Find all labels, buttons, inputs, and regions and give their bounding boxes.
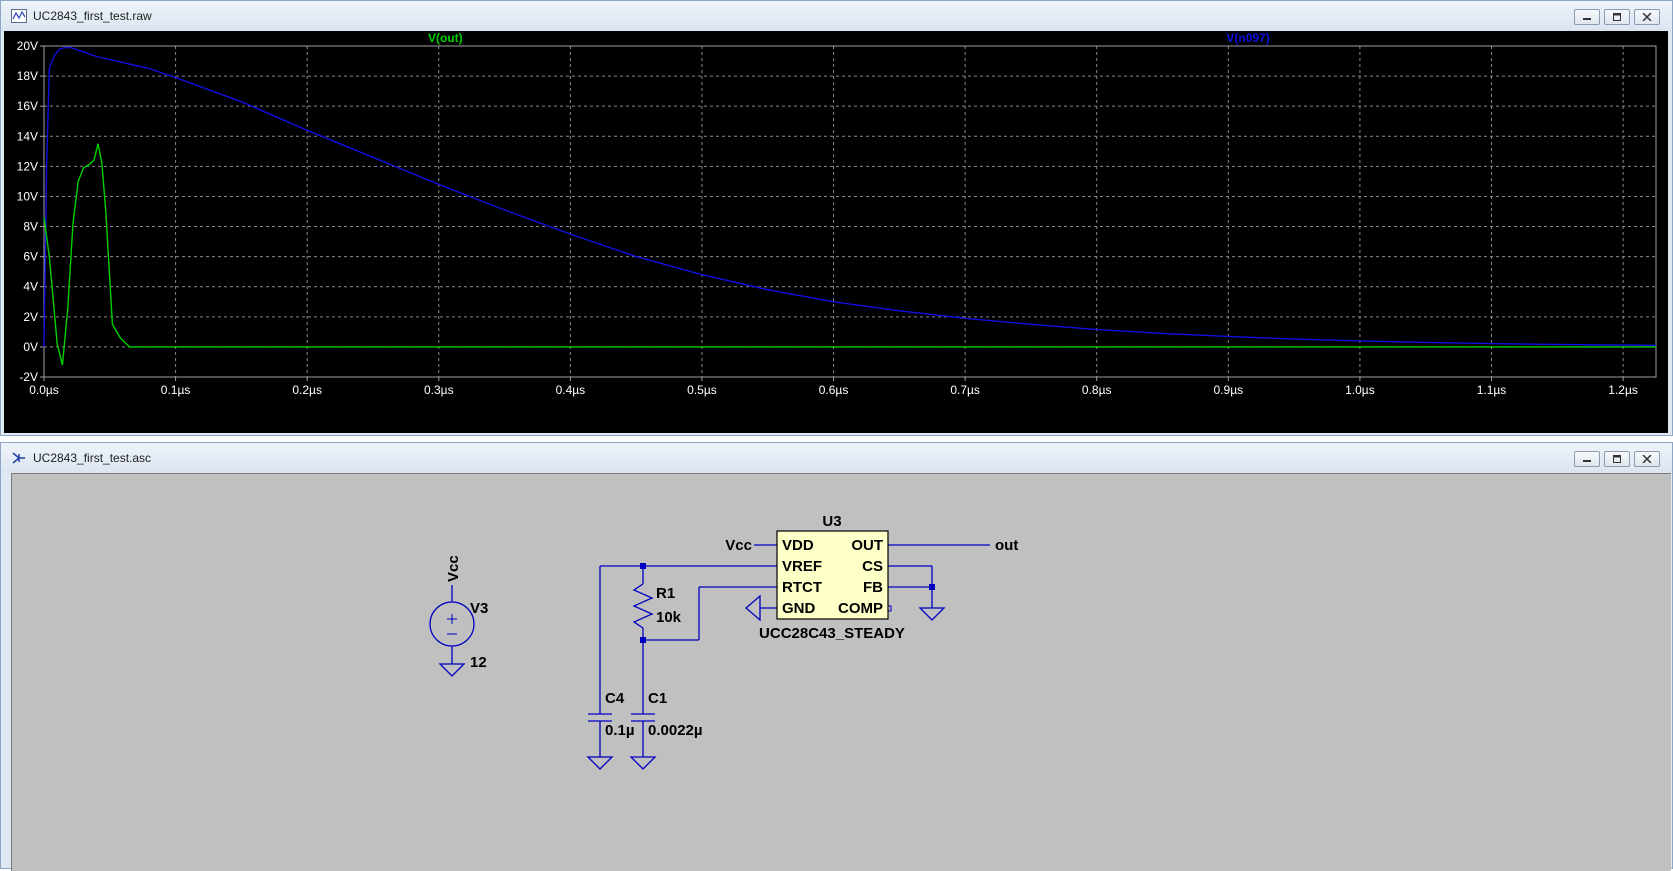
net-label-out[interactable]: out (995, 537, 1018, 554)
waveform-maximize-button[interactable] (1604, 9, 1630, 25)
x-tick-label: 0.6µs (819, 383, 849, 397)
x-tick-label: 0.1µs (161, 383, 191, 397)
y-tick-label: -2V (19, 370, 38, 384)
waveform-window[interactable]: UC2843_first_test.raw 0.0µs 0.1µs 0.2µs 0.3… (0, 0, 1673, 436)
x-tick-label: 1.0µs (1345, 383, 1375, 397)
v3-designator: V3 (470, 600, 488, 617)
y-tick-label: 0V (23, 340, 38, 354)
schematic-window[interactable]: UC2843_first_test.asc U3 VDD VREF RTCT G… (0, 442, 1673, 871)
x-tick-label: 0.8µs (1082, 383, 1112, 397)
trace-v-n097-[interactable] (43, 46, 1657, 347)
maximize-icon (1613, 13, 1621, 21)
u3-pin-out: OUT (851, 537, 883, 554)
y-tick-label: 8V (23, 220, 38, 234)
u3-pin-vref: VREF (782, 558, 822, 575)
y-tick-label: 4V (23, 280, 38, 294)
y-tick-label: 2V (23, 310, 38, 324)
trace-label-v-n097-[interactable]: V(n097) (1226, 31, 1269, 45)
resistor-r1[interactable] (632, 583, 654, 640)
ground-icon (438, 663, 466, 677)
c1-value: 0.0022µ (648, 722, 703, 739)
y-tick-label: 12V (17, 159, 38, 173)
x-tick-label: 0.4µs (556, 383, 586, 397)
ground-icon (918, 607, 946, 621)
r1-value: 10k (656, 609, 682, 626)
minimize-icon (1583, 18, 1591, 20)
y-tick-label: 16V (17, 99, 38, 113)
u3-designator: U3 (822, 513, 841, 530)
x-tick-label: 0.9µs (1214, 383, 1244, 397)
y-tick-label: 10V (17, 189, 38, 203)
x-tick-label: 0.0µs (29, 383, 59, 397)
u3-pin-cs: CS (862, 558, 883, 575)
x-tick-label: 1.1µs (1477, 383, 1507, 397)
u3-pin-comp: COMP (838, 600, 883, 617)
voltage-source-v3[interactable] (429, 585, 475, 677)
junction-dot (640, 563, 646, 569)
y-tick-label: 20V (17, 39, 38, 53)
x-tick-label: 0.7µs (950, 383, 980, 397)
waveform-plot-area[interactable]: 0.0µs 0.1µs 0.2µs 0.3µs 0.4µs 0.5µs 0.6µs 0.7µs… (4, 31, 1668, 433)
net-label-vcc[interactable]: Vcc (725, 537, 752, 554)
c4-value: 0.1µ (605, 722, 635, 739)
junction-dot (640, 637, 646, 643)
schematic-close-button[interactable] (1634, 451, 1660, 467)
trace-label-v-out-[interactable]: V(out) (428, 31, 463, 45)
maximize-icon (1613, 455, 1621, 463)
waveform-close-button[interactable] (1634, 9, 1660, 25)
c4-designator: C4 (605, 690, 625, 707)
junction-dot (929, 584, 935, 590)
close-icon (1642, 13, 1652, 21)
ground-icon (586, 756, 614, 770)
x-tick-label: 0.3µs (424, 383, 454, 397)
schematic-minimize-button[interactable] (1574, 451, 1600, 467)
trace-v-out-[interactable] (43, 143, 1656, 366)
ground-icon (629, 756, 657, 770)
schematic-window-icon (12, 452, 25, 464)
waveform-window-title: UC2843_first_test.raw (33, 9, 152, 23)
waveform-chart[interactable]: 0.0µs 0.1µs 0.2µs 0.3µs 0.4µs 0.5µs 0.6µs 0.7µs… (4, 31, 1668, 433)
x-tick-label: 0.5µs (687, 383, 717, 397)
y-tick-label: 6V (23, 250, 38, 264)
schematic-window-title: UC2843_first_test.asc (33, 451, 152, 465)
schematic-canvas[interactable]: U3 VDD VREF RTCT GND OUT CS FB COMP UCC2… (11, 473, 1671, 871)
net-label-v3-vcc[interactable]: Vcc (445, 555, 462, 582)
waveform-minimize-button[interactable] (1574, 9, 1600, 25)
v3-value: 12 (470, 654, 487, 671)
plot-frame (43, 45, 1657, 378)
wire-cs-fb-net[interactable] (888, 565, 946, 621)
u3-pin-vdd: VDD (782, 537, 814, 554)
schematic-maximize-button[interactable] (1604, 451, 1630, 467)
schematic-window-titlebar[interactable]: UC2843_first_test.asc (1, 443, 1672, 473)
u3-pin-fb: FB (863, 579, 883, 596)
minimize-icon (1583, 460, 1591, 462)
u3-pin-gnd: GND (782, 600, 816, 617)
r1-designator: R1 (656, 585, 675, 602)
y-tick-label: 14V (17, 129, 38, 143)
waveform-window-icon (11, 9, 27, 23)
close-icon (1642, 455, 1652, 463)
waveform-window-titlebar[interactable]: UC2843_first_test.raw (1, 1, 1672, 31)
x-tick-label: 0.2µs (292, 383, 322, 397)
y-tick-label: 18V (17, 69, 38, 83)
u3-pin-rtct: RTCT (782, 579, 822, 596)
wire-gnd-pin[interactable] (745, 594, 777, 622)
ground-icon (745, 594, 761, 622)
c1-designator: C1 (648, 690, 667, 707)
x-tick-label: 1.2µs (1608, 383, 1638, 397)
u3-part-name: UCC28C43_STEADY (759, 625, 905, 642)
